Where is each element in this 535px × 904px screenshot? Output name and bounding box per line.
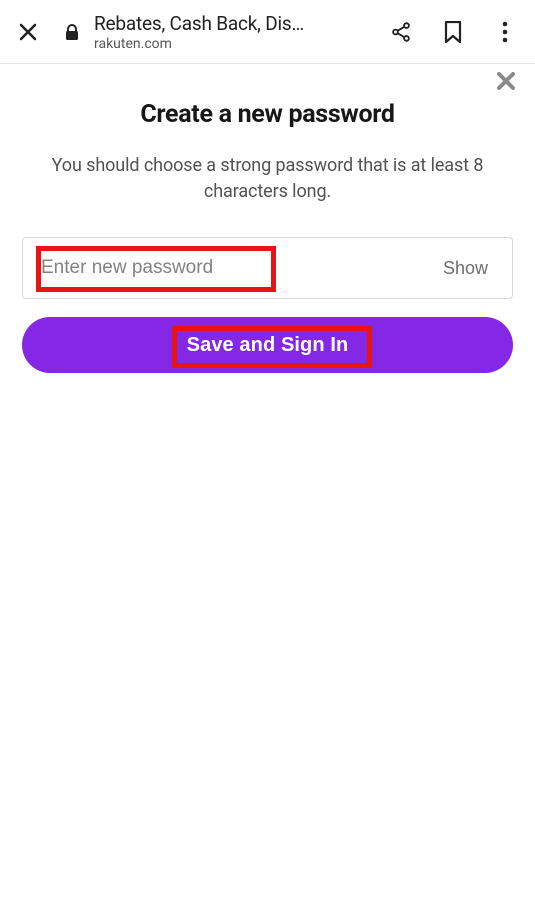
modal-content: Create a new password You should choose … <box>0 64 535 373</box>
lock-icon <box>64 24 80 40</box>
bookmark-icon[interactable] <box>441 20 465 44</box>
close-modal-icon[interactable] <box>495 70 517 92</box>
page-domain: rakuten.com <box>94 36 363 52</box>
show-password-button[interactable]: Show <box>437 254 494 283</box>
save-signin-button[interactable]: Save and Sign In <box>22 317 513 373</box>
page-title: Rebates, Cash Back, Dis… <box>94 12 363 35</box>
password-input[interactable] <box>41 238 437 298</box>
more-menu-icon[interactable] <box>493 20 517 44</box>
share-icon[interactable] <box>389 20 413 44</box>
modal-heading: Create a new password <box>22 100 513 129</box>
close-tab-icon[interactable] <box>18 22 38 42</box>
browser-chrome-bar: Rebates, Cash Back, Dis… rakuten.com <box>0 0 535 64</box>
modal-subtext: You should choose a strong password that… <box>22 153 513 205</box>
url-block[interactable]: Rebates, Cash Back, Dis… rakuten.com <box>94 12 363 52</box>
password-input-row: Show <box>22 237 513 299</box>
